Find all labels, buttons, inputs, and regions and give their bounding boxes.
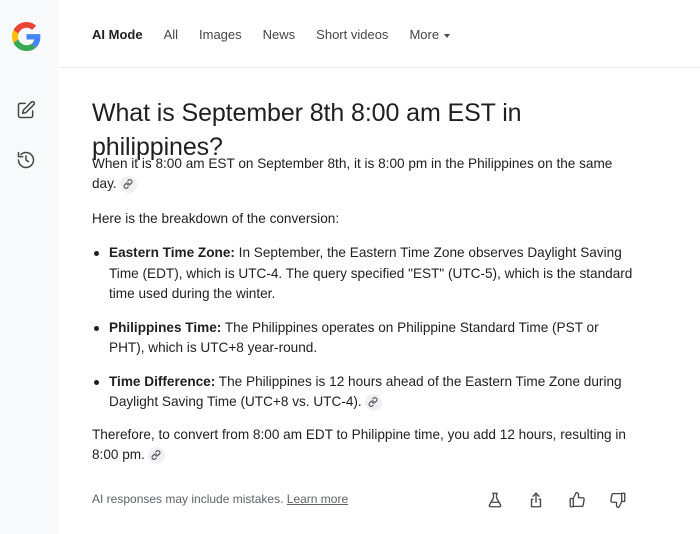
- intro-paragraph: When it is 8:00 am EST on September 8th,…: [92, 154, 632, 194]
- labs-button[interactable]: [485, 490, 505, 510]
- list-item: Philippines Time: The Philippines operat…: [92, 318, 637, 359]
- caret-down-icon: [444, 33, 451, 38]
- disclaimer: AI responses may include mistakes. Learn…: [92, 492, 348, 506]
- citation-link-icon[interactable]: [147, 446, 165, 464]
- tab-all[interactable]: All: [164, 27, 178, 42]
- conclusion-paragraph: Therefore, to convert from 8:00 am EDT t…: [92, 425, 637, 465]
- tab-more-label: More: [409, 27, 440, 42]
- bullet-term: Time Difference:: [109, 373, 216, 389]
- edit-icon: [17, 100, 36, 119]
- conclusion-text: Therefore, to convert from 8:00 am EDT t…: [92, 427, 626, 462]
- tab-images[interactable]: Images: [199, 27, 242, 42]
- answer-panel: What is September 8th 8:00 am EST in phi…: [92, 96, 652, 464]
- google-logo-icon[interactable]: [12, 22, 41, 51]
- tab-news[interactable]: News: [263, 27, 296, 42]
- intro-text: When it is 8:00 am EST on September 8th,…: [92, 156, 613, 191]
- bullet-term: Philippines Time:: [109, 319, 222, 335]
- citation-link-icon[interactable]: [119, 175, 137, 193]
- top-navigation: AI Mode All Images News Short videos Mor…: [58, 0, 700, 68]
- thumbs-up-button[interactable]: [567, 490, 587, 510]
- side-rail: [0, 0, 58, 534]
- thumbs-down-icon: [610, 492, 626, 509]
- disclaimer-text: AI responses may include mistakes.: [92, 492, 284, 506]
- list-item: Time Difference: The Philippines is 12 h…: [92, 372, 637, 413]
- feedback-actions: [464, 490, 628, 510]
- answer-footer: AI responses may include mistakes. Learn…: [92, 490, 640, 510]
- flask-icon: [488, 492, 502, 508]
- thumbs-down-button[interactable]: [608, 490, 628, 510]
- learn-more-link[interactable]: Learn more: [287, 492, 348, 506]
- breakdown-intro: Here is the breakdown of the conversion:: [92, 211, 340, 226]
- tab-more[interactable]: More: [409, 27, 451, 42]
- tab-ai-mode[interactable]: AI Mode: [92, 27, 143, 42]
- share-button[interactable]: [526, 490, 546, 510]
- bullet-term: Eastern Time Zone:: [109, 245, 235, 260]
- new-chat-button[interactable]: [14, 98, 38, 122]
- breakdown-list: Eastern Time Zone: In September, the Eas…: [92, 243, 637, 426]
- list-item: Eastern Time Zone: In September, the Eas…: [92, 243, 637, 305]
- tab-short-videos[interactable]: Short videos: [316, 27, 388, 42]
- thumbs-up-icon: [569, 491, 585, 508]
- history-button[interactable]: [14, 148, 38, 172]
- share-icon: [530, 492, 542, 508]
- history-icon: [17, 151, 35, 169]
- citation-link-icon[interactable]: [364, 393, 382, 411]
- search-tabs: AI Mode All Images News Short videos Mor…: [92, 27, 471, 42]
